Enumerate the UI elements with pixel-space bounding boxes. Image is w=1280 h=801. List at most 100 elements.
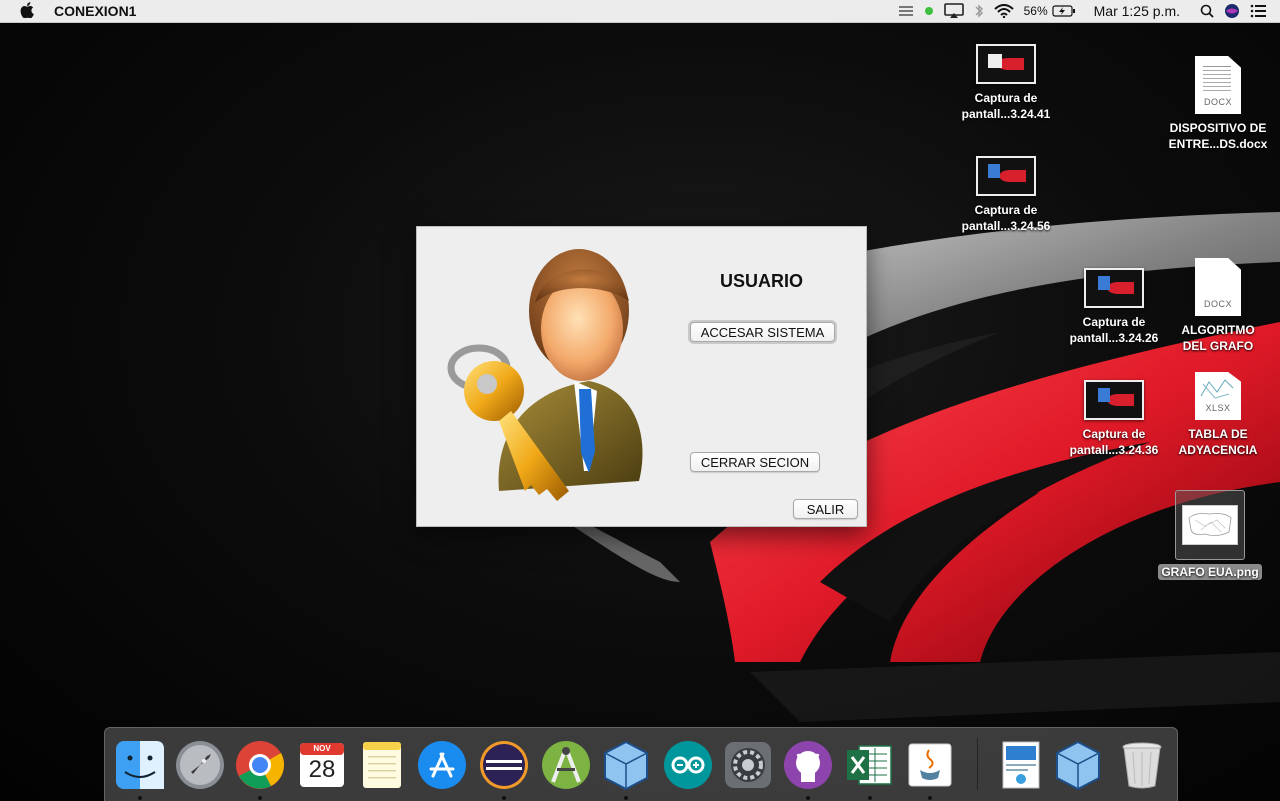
dock-arduino[interactable] [661, 738, 715, 792]
dock-trash[interactable] [1115, 738, 1169, 792]
file-label-line1: Captura de [974, 91, 1038, 105]
running-indicator [138, 796, 142, 800]
close-session-button[interactable]: CERRAR SECION [690, 452, 820, 472]
virtualbox-cube-icon [1056, 740, 1100, 791]
xlsx-document-icon: XLSX [1195, 372, 1241, 420]
running-indicator [868, 796, 872, 800]
dock-finder[interactable] [113, 738, 167, 800]
launchpad-rocket-icon [176, 741, 224, 789]
desktop-file-screenshot-4[interactable]: Captura de pantall...3.24.36 [1059, 380, 1169, 458]
calendar-month-label: NOV [313, 744, 331, 753]
file-label-line1: TABLA DE [1188, 427, 1248, 441]
desktop-file-png-grafo[interactable]: GRAFO EUA.png [1155, 490, 1265, 580]
running-indicator [502, 796, 506, 800]
dock-separator [977, 738, 978, 790]
dock-launchpad[interactable] [173, 738, 227, 792]
file-label-line2: DEL GRAFO [1182, 339, 1254, 353]
apple-menu-icon[interactable] [20, 1, 34, 21]
bluetooth-icon[interactable] [974, 0, 984, 22]
dock-document-preview[interactable] [993, 738, 1047, 792]
screenshot-thumbnail [976, 44, 1036, 84]
trash-icon [1122, 742, 1162, 789]
desktop-file-docx-dispositivo[interactable]: DOCX DISPOSITIVO DE ENTRE...DS.docx [1163, 56, 1273, 152]
running-indicator [928, 796, 932, 800]
menu-bar: CONEXION1 56% Mar 1:25 p.m. [0, 0, 1280, 23]
siri-icon[interactable] [1224, 0, 1240, 22]
docx-document-icon: DOCX [1195, 258, 1241, 316]
virtualbox-cube-icon [604, 740, 648, 791]
arduino-icon [664, 741, 712, 789]
selected-image-frame [1175, 490, 1245, 560]
file-label-line1: DISPOSITIVO DE [1169, 121, 1267, 135]
file-label-line2: ADYACENCIA [1178, 443, 1258, 457]
dock-notes[interactable] [355, 738, 409, 792]
dock-calendar[interactable]: NOV 28 [295, 738, 349, 792]
menu-extras: 56% Mar 1:25 p.m. [888, 0, 1280, 22]
file-label: GRAFO EUA.png [1158, 564, 1262, 580]
desktop-file-screenshot-3[interactable]: Captura de pantall...3.24.26 [1059, 268, 1169, 346]
login-dialog: USUARIO ACCESAR SISTEMA CERRAR SECION SA… [416, 226, 867, 527]
notes-icon [363, 742, 401, 788]
screenshot-thumbnail [976, 156, 1036, 196]
green-status-dot-icon[interactable] [924, 0, 934, 22]
desktop-file-docx-algoritmo[interactable]: DOCX ALGORITMO DEL GRAFO [1163, 258, 1273, 354]
dock-excel[interactable] [843, 738, 897, 800]
file-label-line1: Captura de [1082, 315, 1146, 329]
map-thumbnail-icon [1182, 505, 1238, 545]
notification-center-icon[interactable] [1250, 0, 1266, 22]
dialog-title: USUARIO [719, 271, 803, 291]
file-label-line2: pantall...3.24.56 [961, 219, 1051, 233]
excel-icon [847, 745, 892, 785]
system-preferences-gear-icon [725, 742, 771, 788]
dock-java[interactable] [903, 738, 957, 800]
file-label-line2: pantall...3.24.26 [1069, 331, 1159, 345]
file-label-line2: pantall...3.24.41 [961, 107, 1051, 121]
desktop-file-screenshot-1[interactable]: Captura de pantall...3.24.41 [951, 44, 1061, 122]
access-system-button[interactable]: ACCESAR SISTEMA [690, 322, 835, 342]
calendar-day-label: 28 [308, 756, 336, 783]
desktop-file-screenshot-2[interactable]: Captura de pantall...3.24.56 [951, 156, 1061, 234]
battery-status[interactable]: 56% [1024, 0, 1076, 22]
app-name-menu[interactable]: CONEXION1 [54, 3, 136, 19]
running-indicator [806, 796, 810, 800]
exit-button[interactable]: SALIR [793, 499, 858, 519]
running-indicator [624, 796, 628, 800]
file-label-line1: Captura de [974, 203, 1038, 217]
app-store-icon [418, 741, 466, 789]
eclipse-icon [480, 741, 528, 789]
github-octocat-icon [784, 741, 832, 789]
dock: NOV 28 [104, 727, 1178, 801]
dock-chrome[interactable] [233, 738, 287, 800]
dock-virtualbox[interactable] [599, 738, 653, 800]
chrome-icon [236, 741, 285, 789]
list-status-icon[interactable] [898, 0, 914, 22]
screenshot-thumbnail [1084, 268, 1144, 308]
file-label-line2: ENTRE...DS.docx [1168, 137, 1268, 151]
dock-android-studio[interactable] [539, 738, 593, 792]
file-label-line2: pantall...3.24.36 [1069, 443, 1159, 457]
dock-eclipse[interactable] [477, 738, 531, 800]
screenshot-thumbnail [1084, 380, 1144, 420]
spotlight-search-icon[interactable] [1200, 0, 1214, 22]
dock-system-preferences[interactable] [721, 738, 775, 792]
menu-clock[interactable]: Mar 1:25 p.m. [1094, 3, 1180, 19]
wifi-icon[interactable] [993, 0, 1014, 22]
user-key-illustration-icon [447, 249, 643, 501]
android-studio-icon [542, 741, 590, 789]
document-preview-icon [1002, 741, 1040, 789]
file-type-label: DOCX [1203, 299, 1232, 309]
finder-icon [116, 741, 164, 789]
desktop-file-xlsx-tabla[interactable]: XLSX TABLA DE ADYACENCIA [1163, 372, 1273, 458]
file-label-line1: ALGORITMO [1181, 323, 1255, 337]
battery-charging-icon [1052, 5, 1075, 17]
file-type-label: DOCX [1203, 97, 1232, 107]
dock-virtualbox-vm[interactable] [1051, 738, 1105, 792]
dock-app-store[interactable] [415, 738, 469, 792]
dock-github-desktop[interactable] [781, 738, 835, 800]
battery-percent: 56% [1023, 4, 1048, 18]
file-label-line1: Captura de [1082, 427, 1146, 441]
docx-document-icon: DOCX [1195, 56, 1241, 114]
running-indicator [258, 796, 262, 800]
java-coffee-icon [908, 743, 952, 787]
airplay-icon[interactable] [943, 0, 964, 22]
